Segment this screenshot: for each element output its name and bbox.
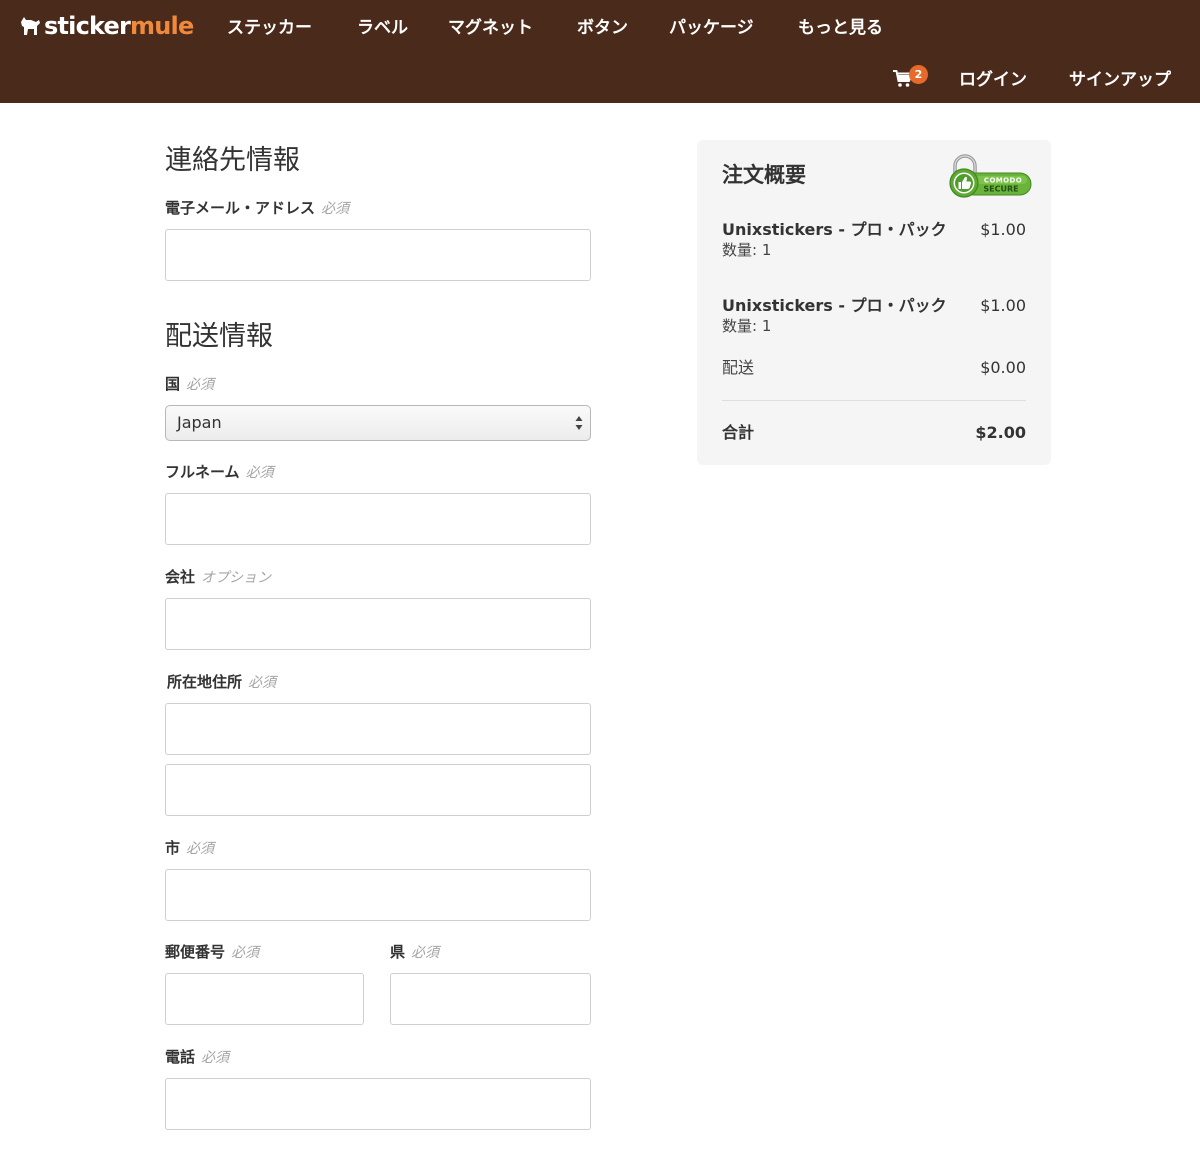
email-input[interactable] — [165, 229, 591, 281]
select-arrows-icon — [575, 416, 583, 430]
city-input[interactable] — [165, 869, 591, 921]
cart-button[interactable]: 2 — [893, 64, 933, 92]
phone-input[interactable] — [165, 1078, 591, 1130]
required-marker: 必須 — [248, 675, 277, 691]
required-marker: 必須 — [201, 1050, 230, 1066]
prefecture-label-text: 県 — [390, 943, 406, 961]
address-label: 所在地住所 必須 — [167, 672, 276, 693]
company-label: 会社 オプション — [165, 567, 271, 588]
summary-total-label: 合計 — [722, 423, 755, 442]
country-label-text: 国 — [165, 375, 181, 393]
summary-item-name: Unixstickers - プロ・パック — [722, 220, 947, 239]
logo-text: stickermule — [44, 10, 194, 42]
signup-link[interactable]: サインアップ — [1069, 68, 1171, 92]
company-input[interactable] — [165, 598, 591, 650]
address-line1-input[interactable] — [165, 703, 591, 755]
city-label: 市必須 — [165, 838, 214, 859]
city-label-text: 市 — [165, 839, 181, 857]
fullname-label: フルネーム 必須 — [165, 462, 274, 483]
summary-total-value: $2.00 — [975, 423, 1026, 442]
logo-text-sticker: sticker — [44, 12, 131, 40]
phone-label: 電話 必須 — [165, 1047, 229, 1068]
required-marker: 必須 — [186, 377, 215, 393]
badge-text-comodo: COMODO — [984, 177, 1022, 185]
summary-item-qty: 数量: 1 — [722, 241, 772, 259]
postal-code-label-text: 郵便番号 — [165, 943, 226, 961]
required-marker: 必須 — [186, 841, 215, 857]
order-summary-panel: 注文概要 COMODO SECURE Unixstickers - プロ・パック… — [697, 140, 1051, 465]
nav-item-labels[interactable]: ラベル — [357, 16, 408, 40]
summary-shipping-value: $0.00 — [980, 358, 1026, 377]
prefecture-label: 県必須 — [390, 942, 439, 963]
email-label-text: 電子メール・アドレス — [165, 199, 316, 217]
country-select-value: Japan — [177, 413, 222, 432]
postal-code-label: 郵便番号 必須 — [165, 942, 259, 963]
summary-item-price: $1.00 — [980, 220, 1026, 239]
shipping-info-title: 配送情報 — [165, 321, 273, 352]
optional-marker: オプション — [201, 570, 272, 586]
nav-item-stickers[interactable]: ステッカー — [227, 16, 312, 40]
comodo-secure-badge-icon: COMODO SECURE — [949, 154, 1032, 198]
phone-label-text: 電話 — [165, 1048, 196, 1066]
nav-item-packages[interactable]: パッケージ — [669, 16, 754, 40]
address-line2-input[interactable] — [165, 764, 591, 816]
cart-count-badge: 2 — [909, 65, 928, 84]
logo-text-mule: mule — [130, 12, 194, 40]
login-link[interactable]: ログイン — [959, 68, 1027, 92]
prefecture-input[interactable] — [390, 973, 591, 1025]
summary-item-qty: 数量: 1 — [722, 317, 772, 335]
company-label-text: 会社 — [165, 568, 196, 586]
required-marker: 必須 — [321, 201, 350, 217]
contact-info-title: 連絡先情報 — [165, 145, 300, 176]
postal-code-input[interactable] — [165, 973, 364, 1025]
summary-item-price: $1.00 — [980, 296, 1026, 315]
mule-logo-icon — [21, 17, 40, 35]
country-label: 国必須 — [165, 374, 214, 395]
address-label-text: 所在地住所 — [167, 673, 243, 691]
required-marker: 必須 — [411, 945, 440, 961]
nav-item-more[interactable]: もっと見る — [798, 16, 883, 40]
badge-text-secure: SECURE — [983, 185, 1018, 194]
summary-item-name: Unixstickers - プロ・パック — [722, 296, 947, 315]
summary-divider — [722, 400, 1026, 401]
fullname-label-text: フルネーム — [165, 463, 240, 481]
required-marker: 必須 — [245, 465, 274, 481]
email-label: 電子メール・アドレス 必須 — [165, 198, 349, 219]
nav-item-buttons[interactable]: ボタン — [577, 16, 628, 40]
order-summary-title: 注文概要 — [722, 163, 806, 187]
required-marker: 必須 — [231, 945, 260, 961]
fullname-input[interactable] — [165, 493, 591, 545]
nav-item-magnets[interactable]: マグネット — [448, 16, 533, 40]
country-select[interactable]: Japan — [165, 405, 591, 441]
top-header: stickermule ステッカー ラベル マグネット ボタン パッケージ もっ… — [0, 0, 1200, 103]
logo[interactable]: stickermule — [18, 10, 194, 42]
summary-shipping-label: 配送 — [722, 358, 755, 377]
